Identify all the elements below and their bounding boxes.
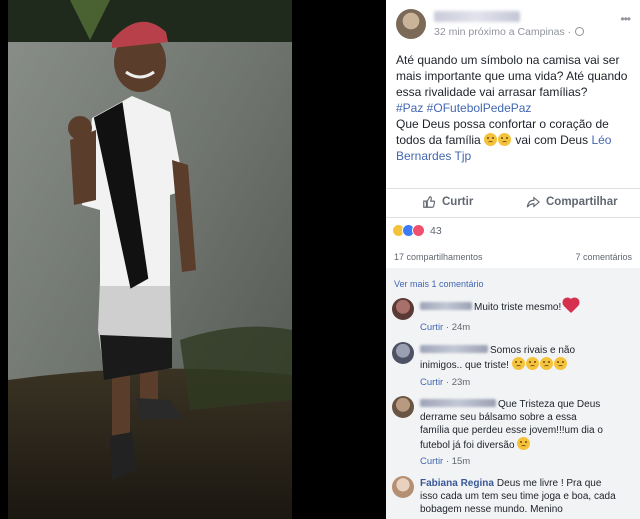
globe-icon (575, 27, 585, 36)
comment-bubble: Muito triste mesmo! (420, 298, 630, 314)
comment-meta: Curtir · 24m (420, 322, 471, 333)
comment-bubble: Somos rivais e não inimigos.. que triste… (420, 344, 610, 372)
broken-heart-icon (563, 298, 579, 314)
post-text-secondary: Que Deus possa confortar o coração de to… (396, 116, 628, 164)
comment-bubble: Que Tristeza que Deus derrame seu bálsam… (420, 398, 608, 452)
comment-avatar[interactable] (392, 298, 414, 320)
author-avatar[interactable] (396, 9, 426, 39)
post-panel: 32 min próximo a Campinas · ••• Até quan… (386, 0, 640, 519)
comment-author[interactable]: Fabiana Regina (420, 478, 494, 489)
post-photo[interactable] (0, 0, 386, 519)
comment-author[interactable] (420, 399, 496, 407)
reaction-count: 43 (430, 224, 442, 237)
comment-avatar[interactable] (392, 396, 414, 418)
post-timestamp-location[interactable]: 32 min próximo a Campinas · (434, 26, 571, 38)
post-action-bar: Curtir Compartilhar (386, 188, 640, 218)
comment-time: 15m (451, 456, 471, 467)
post-stats: 17 compartilhamentos 7 comentários (394, 252, 632, 262)
comment-meta: Curtir · 15m (420, 456, 471, 467)
comment-time: 24m (451, 322, 471, 333)
share-button-label: Compartilhar (546, 196, 618, 208)
crying-face-emoji-icon (517, 437, 531, 450)
shares-count[interactable]: 17 compartilhamentos (394, 252, 483, 262)
more-horizontal-icon[interactable]: ••• (620, 12, 631, 26)
post-meta: 32 min próximo a Campinas · (434, 26, 585, 38)
crying-face-emoji-icon (498, 133, 512, 146)
comment-like-link[interactable]: Curtir (420, 322, 443, 333)
comments-count[interactable]: 7 comentários (575, 252, 632, 262)
comment-bubble: Fabiana Regina Deus me livre ! Pra que is… (420, 477, 620, 516)
share-button[interactable]: Compartilhar (526, 195, 618, 209)
like-button[interactable]: Curtir (422, 195, 473, 209)
thumbs-up-icon (423, 196, 436, 208)
post-body: Até quando um símbolo na camisa vai ser … (386, 46, 640, 164)
comment-avatar[interactable] (392, 476, 414, 498)
comment-author[interactable] (420, 302, 472, 310)
comments-section: Ver mais 1 comentário Muito triste mesmo… (386, 268, 640, 519)
sad-face-emoji-icon (511, 357, 525, 370)
comment: Somos rivais e não inimigos.. que triste… (392, 342, 638, 394)
comment-author[interactable] (420, 345, 488, 353)
comment: Que Tristeza que Deus derrame seu bálsam… (392, 396, 638, 474)
comment-like-link[interactable]: Curtir (420, 377, 443, 388)
sad-face-emoji-icon (484, 133, 498, 146)
share-arrow-icon (526, 196, 540, 208)
comment: Fabiana Regina Deus me livre ! Pra que is… (392, 476, 638, 519)
sad-face-emoji-icon (539, 357, 553, 370)
like-button-label: Curtir (442, 196, 474, 208)
view-more-comments-link[interactable]: Ver mais 1 comentário (394, 279, 484, 289)
sad-face-emoji-icon (553, 357, 567, 370)
comment: Muito triste mesmo! Curtir · 24m (392, 298, 638, 338)
comment-time: 23m (451, 377, 471, 388)
comment-avatar[interactable] (392, 342, 414, 364)
love-reaction-icon (412, 224, 425, 237)
comment-meta: Curtir · 23m (420, 377, 471, 388)
post-text-main: Até quando um símbolo na camisa vai ser … (396, 53, 628, 99)
author-name[interactable] (434, 11, 520, 22)
reactions-summary[interactable]: 43 (392, 224, 442, 237)
post-hashtags[interactable]: #Paz #OFutebolPedePaz (396, 100, 628, 116)
sad-face-emoji-icon (525, 357, 539, 370)
post-text-suffix: vai com Deus (515, 133, 589, 147)
post-header: 32 min próximo a Campinas · ••• (386, 0, 640, 46)
photo-image (0, 0, 386, 519)
comment-like-link[interactable]: Curtir (420, 456, 443, 467)
comment-text: Muito triste mesmo! (474, 302, 562, 313)
